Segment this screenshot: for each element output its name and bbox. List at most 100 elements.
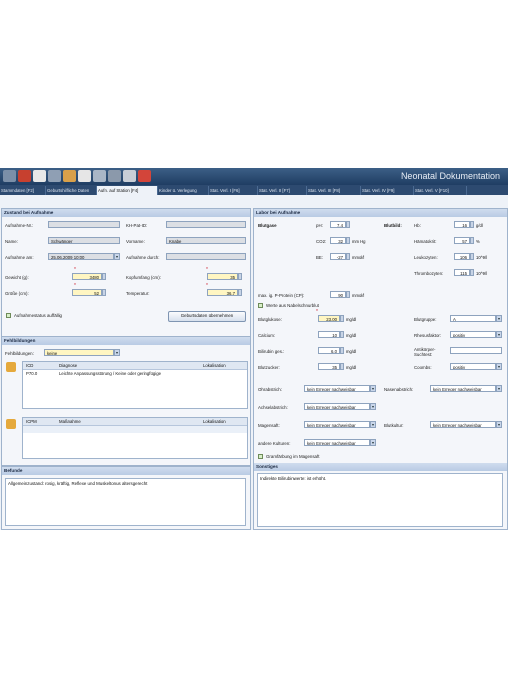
- blutzucker-spinner[interactable]: [340, 363, 344, 370]
- ohrabstrich-dropdown-icon[interactable]: ▾: [370, 385, 376, 392]
- fehlbildungen-dropdown-icon[interactable]: ▾: [114, 349, 120, 356]
- coombs-select[interactable]: positiv: [450, 363, 496, 370]
- bili-field[interactable]: 6,0: [318, 347, 340, 354]
- be-label: BE:: [316, 255, 324, 260]
- ph-field[interactable]: 7,4: [330, 221, 346, 228]
- ph-spinner[interactable]: [346, 221, 350, 228]
- befund-textarea[interactable]: Allgemeinzustand: rosig, kräftig, Reflex…: [5, 478, 246, 526]
- co2-field[interactable]: 32: [330, 237, 346, 244]
- co2-spinner[interactable]: [346, 237, 350, 244]
- blutzucker-unit: mg/dl: [346, 365, 357, 370]
- aufnahme-durch-field[interactable]: [166, 253, 246, 260]
- groesse-field[interactable]: 52: [72, 289, 102, 296]
- save-icon[interactable]: [18, 170, 31, 182]
- fehlbildungen-filter-select[interactable]: keine: [44, 349, 114, 356]
- calcium-spinner[interactable]: [340, 331, 344, 338]
- coombs-dropdown-icon[interactable]: ▾: [496, 363, 502, 370]
- tab-geburtshilfe[interactable]: Geburtshilfliche Daten: [46, 186, 97, 195]
- andere-select[interactable]: kein Erreger nachweisbar: [304, 439, 370, 446]
- crp-field[interactable]: 90: [330, 291, 346, 298]
- gramfaerbung-label: Gramfärbung im Magensaft: [266, 454, 320, 459]
- chart-icon[interactable]: [108, 170, 121, 182]
- tools-icon[interactable]: [48, 170, 61, 182]
- name-field[interactable]: Schwänger: [48, 237, 120, 244]
- achselabstrich-select[interactable]: kein Erreger nachweisbar: [304, 403, 370, 410]
- tab-verlegung[interactable]: Kinder ü. Verlegung: [158, 186, 209, 195]
- achselabstrich-dropdown-icon[interactable]: ▾: [370, 403, 376, 410]
- temperatur-field[interactable]: 36,7: [207, 289, 238, 296]
- groesse-spinner[interactable]: [102, 289, 106, 296]
- nasenabstrich-dropdown-icon[interactable]: ▾: [496, 385, 502, 392]
- app-title: Neonatal Dokumentation: [400, 171, 500, 181]
- tab-stat-verl-1[interactable]: Stat. Verl. I [F6]: [209, 186, 258, 195]
- hb-field[interactable]: 16: [454, 221, 470, 228]
- ohrabstrich-select[interactable]: kein Erreger nachweisbar: [304, 385, 370, 392]
- thrombo-field[interactable]: 115: [454, 269, 470, 276]
- exit-icon[interactable]: [138, 170, 151, 182]
- magensaft-select[interactable]: kein Erreger nachweisbar: [304, 421, 370, 428]
- kopfumfang-spinner[interactable]: [238, 273, 242, 280]
- blutkultur-dropdown-icon[interactable]: ▾: [496, 421, 502, 428]
- tab-stat-verl-3[interactable]: Stat. Verl. III [F8]: [307, 186, 361, 195]
- ohrabstrich-label: Ohrabstrich:: [258, 387, 282, 392]
- print-icon[interactable]: [33, 170, 46, 182]
- aufnahme-durch-label: Aufnahme durch:: [126, 255, 160, 260]
- rhesus-select[interactable]: positiv: [450, 331, 496, 338]
- andere-label: andere Kulturen:: [258, 441, 291, 446]
- sonstiges-textarea[interactable]: Indirekte Bilirubinwerte: ist erhöht.: [257, 473, 503, 527]
- blutgruppe-select[interactable]: A: [450, 315, 496, 322]
- aufnahme-am-dropdown-icon[interactable]: ▾: [114, 253, 120, 260]
- geburtsdaten-button[interactable]: Geburtsdaten übernehmen: [168, 311, 246, 322]
- be-field[interactable]: -27: [330, 253, 346, 260]
- info-icon[interactable]: [123, 170, 136, 182]
- gramfaerbung-checkbox[interactable]: [258, 454, 263, 459]
- hk-field[interactable]: 57: [454, 237, 470, 244]
- leuko-field[interactable]: 106: [454, 253, 470, 260]
- glucose-field[interactable]: 23,00: [318, 315, 340, 322]
- tab-stammdaten[interactable]: Stammdaten [F2]: [0, 186, 46, 195]
- gewicht-field[interactable]: 3480: [72, 273, 102, 280]
- be-spinner[interactable]: [346, 253, 350, 260]
- tab-stat-verl-5[interactable]: Stat. Verl. V [F10]: [414, 186, 467, 195]
- patient-icon[interactable]: [63, 170, 76, 182]
- temperatur-spinner[interactable]: [238, 289, 242, 296]
- calcium-field[interactable]: 10: [318, 331, 340, 338]
- kh-nr-field[interactable]: [166, 221, 246, 228]
- bili-spinner[interactable]: [340, 347, 344, 354]
- magensaft-dropdown-icon[interactable]: ▾: [370, 421, 376, 428]
- tab-aufnahme[interactable]: Aufn. auf Station [F4]: [97, 186, 158, 195]
- aufnahme-nr-field[interactable]: [48, 221, 120, 228]
- blutkultur-label: Blutkultur:: [384, 423, 404, 428]
- tab-stat-verl-4[interactable]: Stat. Verl. IV [F9]: [361, 186, 414, 195]
- tab-stat-verl-2[interactable]: Stat. Verl. II [F7]: [258, 186, 307, 195]
- leuko-spinner[interactable]: [470, 253, 474, 260]
- thrombo-spinner[interactable]: [470, 269, 474, 276]
- empty-row: [23, 426, 247, 433]
- crp-spinner[interactable]: [346, 291, 350, 298]
- document-icon[interactable]: [93, 170, 106, 182]
- col-icpm: ICPM: [26, 419, 37, 424]
- blutkultur-select[interactable]: kein Erreger nachweisbar: [430, 421, 496, 428]
- nabelschnur-checkbox[interactable]: [258, 303, 263, 308]
- home-icon[interactable]: [3, 170, 16, 182]
- gewicht-spinner[interactable]: [102, 273, 106, 280]
- glucose-label: Blutglukose:: [258, 317, 282, 322]
- blutgruppe-dropdown-icon[interactable]: ▾: [496, 315, 502, 322]
- kopfumfang-field[interactable]: 35: [207, 273, 238, 280]
- rhesus-dropdown-icon[interactable]: ▾: [496, 331, 502, 338]
- hk-spinner[interactable]: [470, 237, 474, 244]
- table-row[interactable]: P70.0 Leichte Anpassungsstörung / Keine …: [23, 370, 247, 377]
- aufnahmestatus-checkbox[interactable]: [6, 313, 11, 318]
- glucose-spinner[interactable]: [340, 315, 344, 322]
- vorname-field[interactable]: Knabe: [166, 237, 246, 244]
- blutzucker-field[interactable]: 35: [318, 363, 340, 370]
- hk-unit: %: [476, 239, 480, 244]
- aufnahme-am-field[interactable]: 25.06.2009 10:00: [48, 253, 114, 260]
- nasenabstrich-select[interactable]: kein Erreger nachweisbar: [430, 385, 496, 392]
- hb-spinner[interactable]: [470, 221, 474, 228]
- search-icon[interactable]: [78, 170, 91, 182]
- andere-dropdown-icon[interactable]: ▾: [370, 439, 376, 446]
- crp-unit: mmol/l: [352, 293, 365, 298]
- col-icd: ICD: [26, 363, 34, 368]
- antikoerper-field[interactable]: [450, 347, 502, 354]
